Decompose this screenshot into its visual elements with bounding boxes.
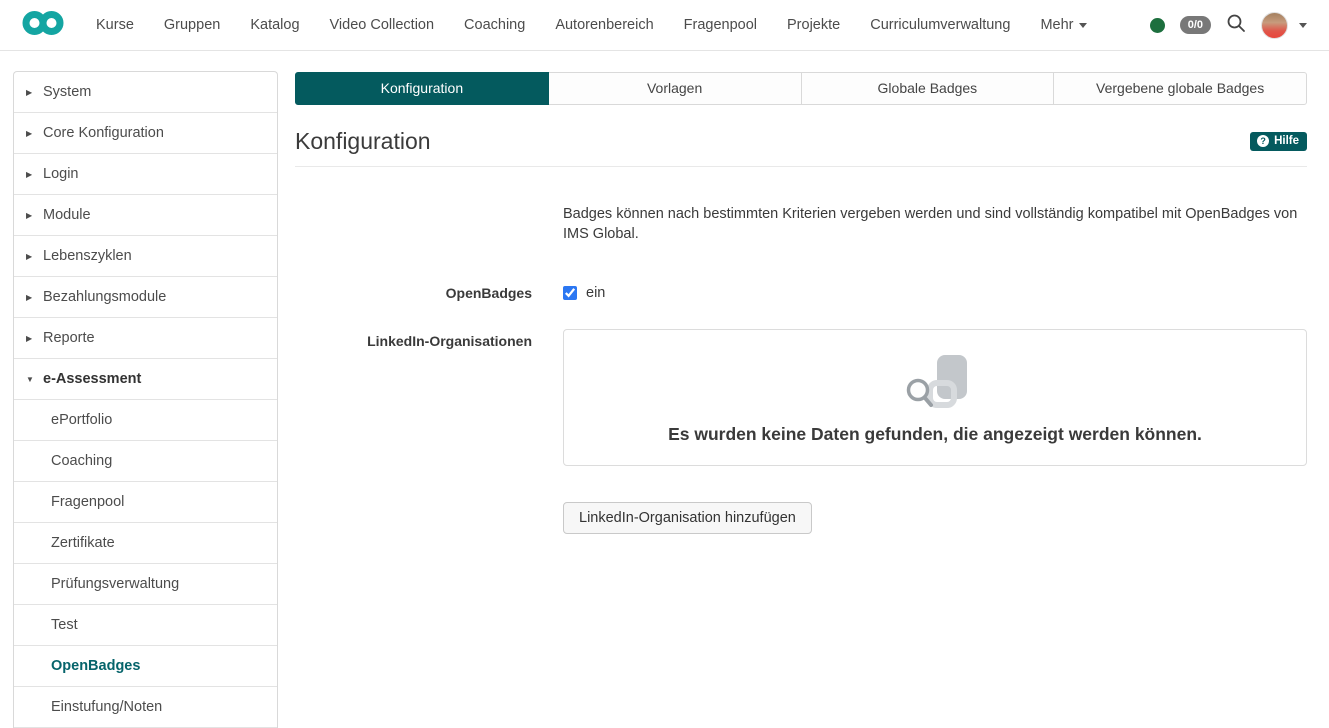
description-label-spacer xyxy=(295,204,532,244)
nav-more-label: Mehr xyxy=(1040,17,1073,33)
user-menu-chevron-down-icon[interactable] xyxy=(1299,23,1307,28)
sidebar-item-label: Einstufung/Noten xyxy=(51,699,162,715)
openbadges-label: OpenBadges xyxy=(295,285,532,301)
chevron-right-icon: ▶ xyxy=(26,211,43,220)
nav-item-coaching[interactable]: Coaching xyxy=(464,17,525,33)
linkedin-organisations-row: LinkedIn-Organisationen Es wurden keine … xyxy=(295,329,1307,534)
search-icon xyxy=(1226,13,1246,38)
page-title: Konfiguration xyxy=(295,128,431,155)
sidebar-item-label: Fragenpool xyxy=(51,494,124,510)
nav-item-fragenpool[interactable]: Fragenpool xyxy=(684,17,757,33)
infinity-icon xyxy=(22,8,64,43)
tab-globale-badges[interactable]: Globale Badges xyxy=(801,72,1055,105)
openbadges-row: OpenBadges ein xyxy=(295,285,1307,301)
openbadges-checkbox-label: ein xyxy=(586,285,605,301)
chat-counter-badge[interactable]: 0/0 xyxy=(1180,16,1211,34)
sidebar-item-reporte[interactable]: ▶ Reporte xyxy=(14,318,277,359)
chevron-down-icon xyxy=(1079,23,1087,28)
sidebar-item-zertifikate[interactable]: Zertifikate xyxy=(14,523,277,564)
sidebar-item-test[interactable]: Test xyxy=(14,605,277,646)
add-linkedin-organisation-button[interactable]: LinkedIn-Organisation hinzufügen xyxy=(563,502,812,534)
help-button-label: Hilfe xyxy=(1274,135,1299,147)
user-avatar[interactable] xyxy=(1261,12,1288,39)
sidebar-item-coaching[interactable]: Coaching xyxy=(14,441,277,482)
sidebar-item-label: Login xyxy=(43,166,78,182)
sidebar-item-label: Coaching xyxy=(51,453,112,469)
chevron-right-icon: ▶ xyxy=(26,88,43,97)
header-divider xyxy=(295,166,1307,167)
question-mark-icon: ? xyxy=(1257,135,1269,147)
openolat-logo[interactable] xyxy=(22,8,64,43)
no-data-search-icon xyxy=(900,350,970,417)
main-nav: Kurse Gruppen Katalog Video Collection C… xyxy=(96,17,1087,33)
chevron-right-icon: ▶ xyxy=(26,334,43,343)
topbar-right-cluster: 0/0 xyxy=(1150,12,1307,39)
openbadges-enabled-control: ein xyxy=(563,285,1307,301)
nav-item-katalog[interactable]: Katalog xyxy=(250,17,299,33)
sidebar-item-label: Test xyxy=(51,617,78,633)
nav-item-kurse[interactable]: Kurse xyxy=(96,17,134,33)
nav-item-video-collection[interactable]: Video Collection xyxy=(330,17,435,33)
main-content: Konfiguration Vorlagen Globale Badges Ve… xyxy=(295,72,1307,534)
sidebar-item-label: Core Konfiguration xyxy=(43,125,164,141)
sidebar-item-e-assessment[interactable]: ▼ e-Assessment xyxy=(14,359,277,400)
sidebar-item-login[interactable]: ▶ Login xyxy=(14,154,277,195)
sidebar-item-lebenszyklen[interactable]: ▶ Lebenszyklen xyxy=(14,236,277,277)
badges-description-text: Badges können nach bestimmten Kriterien … xyxy=(563,204,1307,244)
sidebar-item-label: OpenBadges xyxy=(51,658,140,674)
openbadges-enabled-checkbox[interactable] xyxy=(563,286,577,300)
linkedin-organisations-label: LinkedIn-Organisationen xyxy=(295,329,532,534)
admin-sidebar: ▶ System ▶ Core Konfiguration ▶ Login ▶ … xyxy=(13,71,278,728)
tab-vorlagen[interactable]: Vorlagen xyxy=(548,72,802,105)
help-button[interactable]: ? Hilfe xyxy=(1250,132,1307,151)
sidebar-item-pruefungsverwaltung[interactable]: Prüfungsverwaltung xyxy=(14,564,277,605)
sidebar-item-label: e-Assessment xyxy=(43,371,141,387)
sidebar-item-module[interactable]: ▶ Module xyxy=(14,195,277,236)
sidebar-item-core-konfiguration[interactable]: ▶ Core Konfiguration xyxy=(14,113,277,154)
sidebar-item-openbadges[interactable]: OpenBadges xyxy=(14,646,277,687)
tab-konfiguration[interactable]: Konfiguration xyxy=(295,72,549,105)
sidebar-item-label: Zertifikate xyxy=(51,535,115,551)
sidebar-item-label: Lebenszyklen xyxy=(43,248,132,264)
chevron-right-icon: ▶ xyxy=(26,252,43,261)
nav-item-curriculumverwaltung[interactable]: Curriculumverwaltung xyxy=(870,17,1010,33)
tab-bar: Konfiguration Vorlagen Globale Badges Ve… xyxy=(295,72,1307,105)
linkedin-organisations-empty-state: Es wurden keine Daten gefunden, die ange… xyxy=(563,329,1307,466)
chevron-right-icon: ▶ xyxy=(26,293,43,302)
chevron-down-icon: ▼ xyxy=(26,375,43,384)
sidebar-item-bezahlungsmodule[interactable]: ▶ Bezahlungsmodule xyxy=(14,277,277,318)
sidebar-item-system[interactable]: ▶ System xyxy=(14,72,277,113)
description-row: Badges können nach bestimmten Kriterien … xyxy=(295,204,1307,244)
sidebar-item-label: Prüfungsverwaltung xyxy=(51,576,179,592)
presence-status-dot xyxy=(1150,18,1165,33)
sidebar-item-label: Reporte xyxy=(43,330,95,346)
sidebar-item-label: ePortfolio xyxy=(51,412,112,428)
sidebar-item-einstufung-noten[interactable]: Einstufung/Noten xyxy=(14,687,277,728)
chevron-right-icon: ▶ xyxy=(26,129,43,138)
sidebar-item-label: System xyxy=(43,84,91,100)
nav-item-projekte[interactable]: Projekte xyxy=(787,17,840,33)
nav-item-autorenbereich[interactable]: Autorenbereich xyxy=(555,17,653,33)
tab-vergebene-globale-badges[interactable]: Vergebene globale Badges xyxy=(1053,72,1307,105)
search-button[interactable] xyxy=(1226,13,1246,38)
sidebar-item-fragenpool[interactable]: Fragenpool xyxy=(14,482,277,523)
nav-item-gruppen[interactable]: Gruppen xyxy=(164,17,220,33)
sidebar-item-label: Module xyxy=(43,207,91,223)
sidebar-item-eportfolio[interactable]: ePortfolio xyxy=(14,400,277,441)
sidebar-item-label: Bezahlungsmodule xyxy=(43,289,166,305)
chevron-right-icon: ▶ xyxy=(26,170,43,179)
nav-item-mehr[interactable]: Mehr xyxy=(1040,17,1087,33)
configuration-form: Badges können nach bestimmten Kriterien … xyxy=(295,204,1307,534)
empty-state-text: Es wurden keine Daten gefunden, die ange… xyxy=(668,424,1202,445)
page-header: Konfiguration ? Hilfe xyxy=(295,128,1307,155)
top-navigation-bar: Kurse Gruppen Katalog Video Collection C… xyxy=(0,0,1329,51)
